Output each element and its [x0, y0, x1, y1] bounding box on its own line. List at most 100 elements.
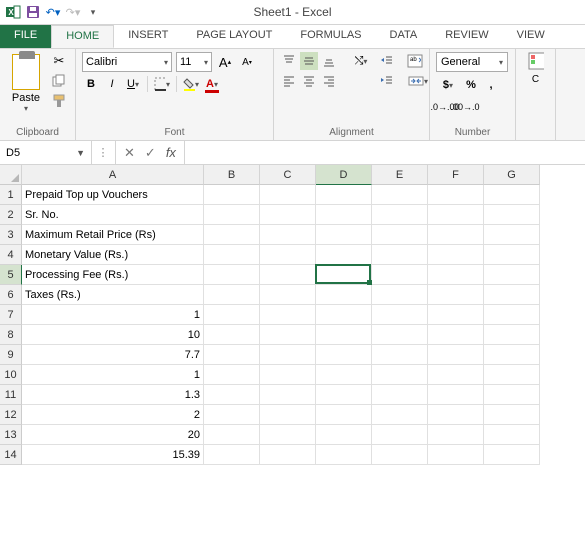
cell[interactable]: [372, 445, 428, 465]
cell[interactable]: [204, 345, 260, 365]
cell[interactable]: [428, 345, 484, 365]
cell[interactable]: [204, 185, 260, 205]
row-header[interactable]: 6: [0, 285, 22, 305]
cell[interactable]: [484, 445, 540, 465]
cell[interactable]: [484, 285, 540, 305]
row-header[interactable]: 10: [0, 365, 22, 385]
name-box-expand[interactable]: ⋮: [92, 141, 116, 164]
cell[interactable]: [260, 345, 316, 365]
conditional-formatting-icon[interactable]: [527, 52, 545, 70]
cell[interactable]: [204, 425, 260, 445]
cell[interactable]: [428, 445, 484, 465]
bold-button[interactable]: B: [82, 75, 100, 93]
tab-insert[interactable]: INSERT: [114, 25, 182, 48]
cell[interactable]: [372, 205, 428, 225]
decrease-decimal-icon[interactable]: .00→.0: [456, 98, 474, 116]
cell[interactable]: [428, 385, 484, 405]
cell[interactable]: [428, 185, 484, 205]
cancel-icon[interactable]: ✕: [124, 145, 135, 161]
row-header[interactable]: 8: [0, 325, 22, 345]
tab-data[interactable]: DATA: [376, 25, 432, 48]
tab-formulas[interactable]: FORMULAS: [286, 25, 375, 48]
cell[interactable]: [260, 245, 316, 265]
row-header[interactable]: 14: [0, 445, 22, 465]
cell[interactable]: [316, 205, 372, 225]
cell[interactable]: [204, 365, 260, 385]
column-header[interactable]: G: [484, 165, 540, 185]
cell[interactable]: [316, 345, 372, 365]
cell[interactable]: [316, 365, 372, 385]
cell[interactable]: 20: [22, 425, 204, 445]
cell[interactable]: [316, 305, 372, 325]
cells-area[interactable]: Prepaid Top up VouchersSr. No.Maximum Re…: [22, 185, 540, 465]
tab-review[interactable]: REVIEW: [431, 25, 502, 48]
cell[interactable]: [372, 225, 428, 245]
format-painter-icon[interactable]: [50, 92, 68, 110]
cell[interactable]: [484, 185, 540, 205]
tab-view[interactable]: VIEW: [503, 25, 559, 48]
row-header[interactable]: 7: [0, 305, 22, 325]
cell[interactable]: [260, 205, 316, 225]
row-header[interactable]: 13: [0, 425, 22, 445]
cell[interactable]: [428, 325, 484, 345]
redo-icon[interactable]: ↷▾: [64, 3, 82, 21]
cell[interactable]: [260, 425, 316, 445]
cell[interactable]: [260, 405, 316, 425]
cell[interactable]: [316, 285, 372, 305]
select-all-cell[interactable]: [0, 165, 22, 185]
row-header[interactable]: 9: [0, 345, 22, 365]
column-header[interactable]: C: [260, 165, 316, 185]
cell[interactable]: [204, 265, 260, 285]
cell[interactable]: [204, 285, 260, 305]
cell[interactable]: [204, 245, 260, 265]
cell[interactable]: [316, 245, 372, 265]
cell[interactable]: [484, 325, 540, 345]
row-header[interactable]: 2: [0, 205, 22, 225]
cell[interactable]: [428, 365, 484, 385]
cell[interactable]: [484, 205, 540, 225]
cell[interactable]: [316, 185, 372, 205]
align-right-icon[interactable]: [320, 72, 338, 90]
cell[interactable]: [260, 325, 316, 345]
cell[interactable]: Monetary Value (Rs.): [22, 245, 204, 265]
cell[interactable]: [316, 325, 372, 345]
cell[interactable]: [428, 405, 484, 425]
cell[interactable]: [484, 245, 540, 265]
cell[interactable]: [204, 305, 260, 325]
decrease-font-icon[interactable]: A▾: [238, 53, 256, 71]
cell[interactable]: [316, 385, 372, 405]
cell[interactable]: [316, 405, 372, 425]
align-middle-icon[interactable]: [300, 52, 318, 70]
cell[interactable]: [372, 425, 428, 445]
orientation-button[interactable]: ⤭▾: [348, 52, 374, 70]
comma-button[interactable]: ,: [482, 76, 500, 94]
undo-icon[interactable]: ↶▾: [44, 3, 62, 21]
cell[interactable]: Sr. No.: [22, 205, 204, 225]
cell[interactable]: [260, 185, 316, 205]
cell[interactable]: [484, 365, 540, 385]
cell[interactable]: [260, 365, 316, 385]
borders-button[interactable]: ▾: [153, 75, 171, 93]
cell[interactable]: [260, 225, 316, 245]
column-header[interactable]: A: [22, 165, 204, 185]
percent-button[interactable]: %: [462, 76, 480, 94]
cell[interactable]: 1: [22, 305, 204, 325]
font-color-button[interactable]: A▾: [203, 75, 221, 93]
cell[interactable]: [372, 265, 428, 285]
formula-input[interactable]: [185, 141, 585, 164]
tab-home[interactable]: HOME: [51, 25, 114, 48]
increase-font-icon[interactable]: A▴: [216, 53, 234, 71]
cell[interactable]: [204, 445, 260, 465]
cell[interactable]: [484, 345, 540, 365]
italic-button[interactable]: I: [103, 75, 121, 93]
row-header[interactable]: 5: [0, 265, 22, 285]
tab-file[interactable]: FILE: [0, 25, 51, 48]
cell[interactable]: [204, 385, 260, 405]
cell[interactable]: [204, 405, 260, 425]
cell[interactable]: Prepaid Top up Vouchers: [22, 185, 204, 205]
qat-customize-icon[interactable]: ▾: [84, 3, 102, 21]
cell[interactable]: [204, 225, 260, 245]
cell[interactable]: [484, 225, 540, 245]
fx-icon[interactable]: fx: [166, 145, 176, 160]
paste-button[interactable]: Paste ▾: [6, 52, 46, 113]
